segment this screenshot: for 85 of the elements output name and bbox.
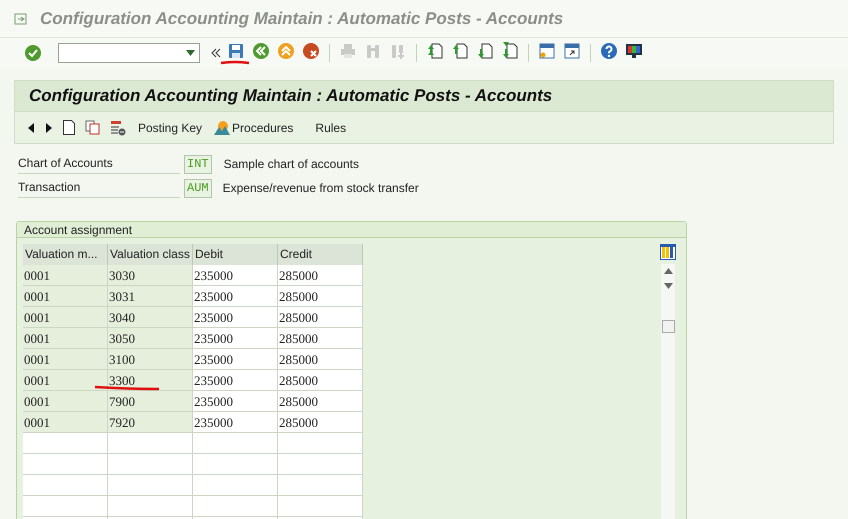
table-cell: 235000	[193, 370, 278, 391]
table-cell: 235000	[193, 349, 278, 370]
left-arrow-icon[interactable]	[27, 122, 35, 132]
table-cell: 0001	[23, 412, 108, 433]
column-header[interactable]: Credit	[278, 244, 363, 265]
group-title: Account assignment	[24, 222, 132, 238]
table-cell: 235000	[193, 328, 278, 349]
column-header[interactable]: Valuation class	[108, 244, 193, 265]
window-title: Configuration Accounting Maintain : Automatic Posts - Accounts	[40, 8, 564, 30]
command-field[interactable]	[58, 43, 200, 63]
table-cell: 285000	[278, 307, 363, 328]
enter-button[interactable]	[23, 43, 43, 63]
table-cell: 0001	[23, 307, 108, 328]
delete-row-icon[interactable]	[110, 120, 126, 136]
table-cell: 235000	[193, 391, 278, 412]
new-window-icon	[538, 42, 556, 60]
new-document-icon[interactable]	[63, 120, 75, 135]
toolbar-button[interactable]: Procedures	[214, 118, 294, 136]
underline-mark	[220, 60, 250, 65]
table-cell: 7900	[108, 391, 193, 412]
scroll-down-icon[interactable]	[664, 283, 672, 289]
table-cell: 235000	[193, 412, 278, 433]
column-layout-icon[interactable]	[660, 244, 676, 260]
dropdown-icon	[186, 50, 195, 56]
table-cell: 3100	[108, 349, 193, 370]
previous-page-icon	[451, 42, 469, 60]
field-label: Chart of Accounts	[18, 154, 180, 174]
toolbar-button[interactable]	[450, 41, 470, 61]
toolbar-button[interactable]: Posting Key	[138, 118, 202, 136]
table-cell: 285000	[278, 286, 363, 307]
toolbar-button[interactable]	[475, 41, 495, 61]
column-header[interactable]: Debit	[193, 244, 278, 265]
toolbar-button[interactable]	[624, 41, 644, 61]
copy-icon[interactable]	[85, 120, 100, 135]
table-cell: 0001	[23, 391, 108, 412]
scroll-thumb[interactable]	[662, 320, 674, 333]
table-cell: 3040	[108, 307, 193, 328]
table-cell: 285000	[278, 328, 363, 349]
scrollbar[interactable]	[661, 264, 675, 519]
table-cell: 0001	[23, 265, 108, 286]
right-arrow-icon[interactable]	[45, 122, 53, 132]
toolbar-button[interactable]	[500, 41, 520, 61]
menu-icon[interactable]	[14, 12, 28, 24]
table-cell: 0001	[23, 349, 108, 370]
field-label: Transaction	[18, 178, 180, 198]
table-cell: 0001	[23, 370, 108, 391]
toolbar-button[interactable]	[562, 41, 582, 61]
mountains-icon	[214, 120, 230, 135]
table-cell: 235000	[193, 286, 278, 307]
toolbar-button[interactable]	[425, 41, 445, 61]
monitor-icon	[625, 42, 643, 60]
table-cell: 3031	[108, 286, 193, 307]
cancel-icon	[302, 42, 320, 60]
table-cell: 3050	[108, 328, 193, 349]
column-header[interactable]: Valuation m...	[23, 244, 108, 265]
underline-mark	[94, 385, 160, 391]
screen-title: Configuration Accounting Maintain : Automatic Posts - Accounts	[29, 85, 552, 108]
table-cell: 235000	[193, 307, 278, 328]
table-cell: 0001	[23, 286, 108, 307]
table-cell: 7920	[108, 412, 193, 433]
table-cell: 285000	[278, 412, 363, 433]
field-description: Expense/revenue from stock transfer	[222, 180, 419, 197]
help-icon	[600, 42, 618, 60]
printer-icon	[339, 42, 357, 60]
table-cell: 285000	[278, 391, 363, 412]
toolbar-button[interactable]	[599, 41, 619, 61]
table-cell: 285000	[278, 349, 363, 370]
last-page-icon	[501, 42, 519, 60]
collapse-icon[interactable]	[211, 48, 221, 58]
binoculars-plus-icon	[389, 42, 407, 60]
table-cell: 285000	[278, 265, 363, 286]
binoculars-icon	[364, 42, 382, 60]
table-cell: 235000	[193, 265, 278, 286]
next-page-icon	[476, 42, 494, 60]
back-icon	[252, 42, 270, 60]
first-page-icon	[426, 42, 444, 60]
toolbar-button[interactable]: Rules	[315, 118, 346, 136]
table-cell: 0001	[23, 328, 108, 349]
field-description: Sample chart of accounts	[224, 156, 360, 173]
table-cell: 3030	[108, 265, 193, 286]
shortcut-icon	[563, 42, 581, 60]
scroll-up-icon[interactable]	[664, 268, 672, 274]
table-cell: 285000	[278, 370, 363, 391]
exit-icon	[277, 42, 295, 60]
check-icon	[24, 44, 42, 62]
